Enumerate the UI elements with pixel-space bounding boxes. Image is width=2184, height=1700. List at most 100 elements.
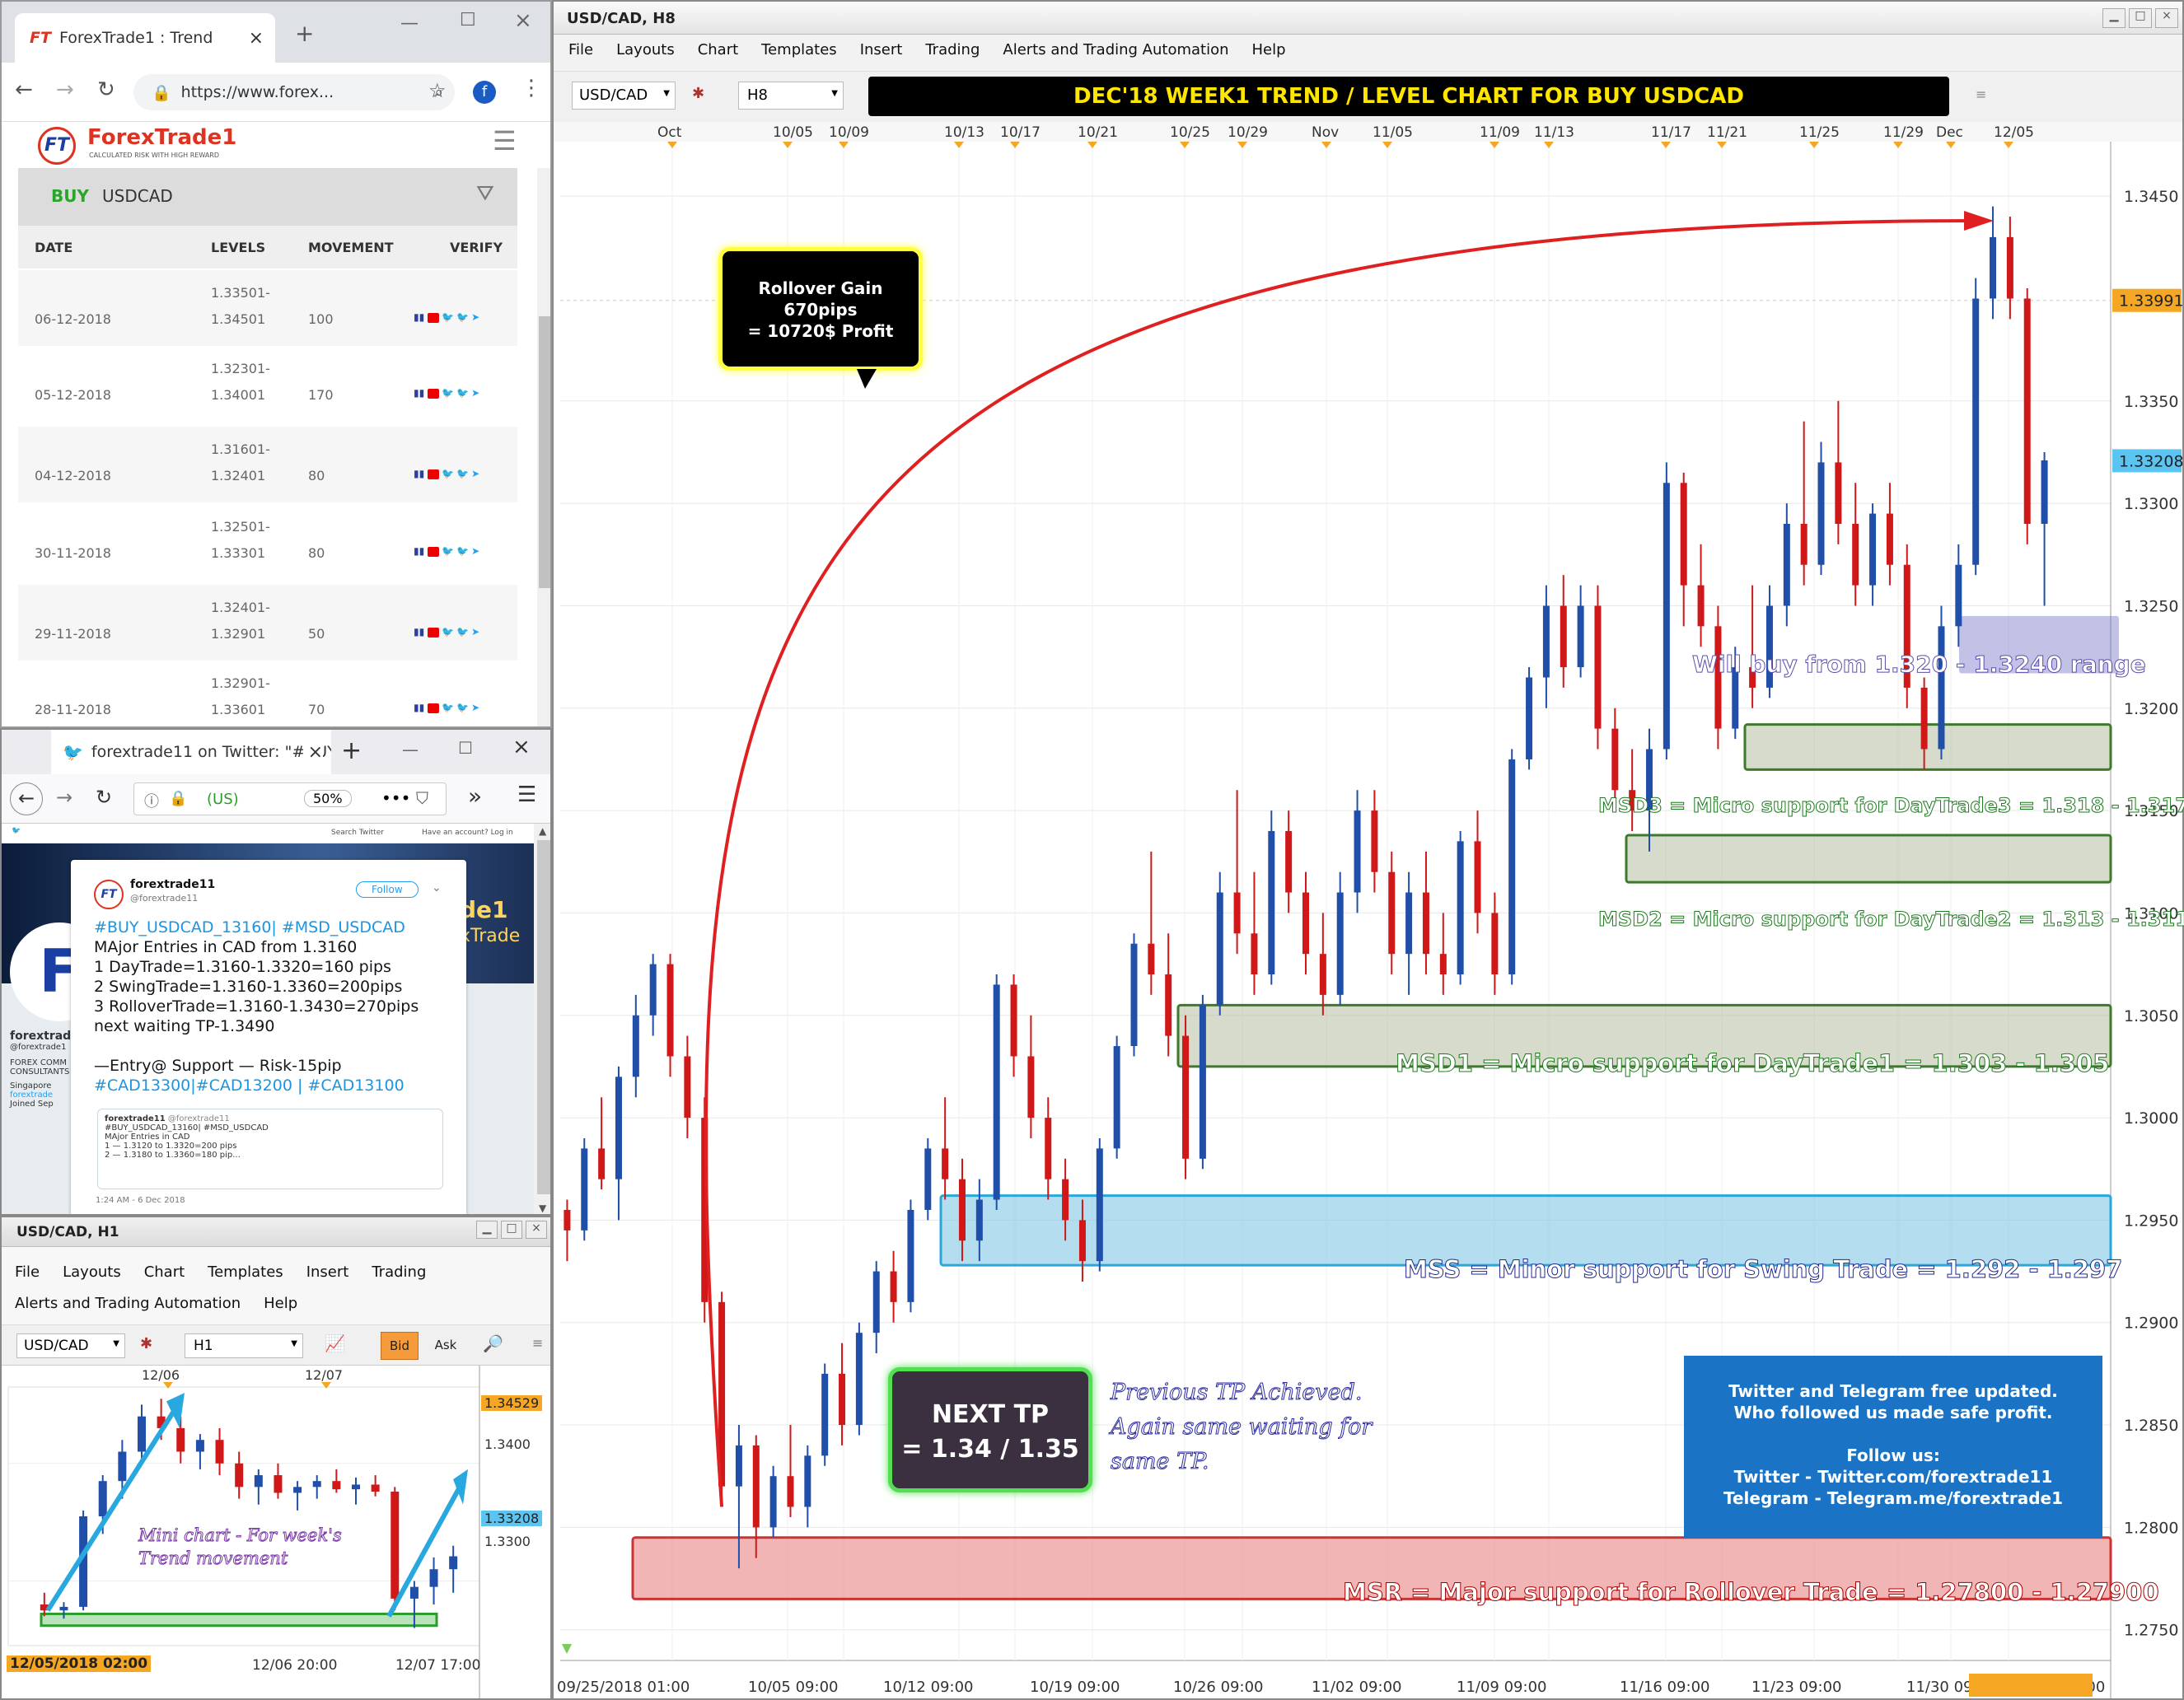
menu-item-templates[interactable]: Templates [196, 1263, 295, 1281]
menu-item-trading[interactable]: Trading [360, 1263, 437, 1281]
hamburger-icon[interactable]: ☰ [517, 782, 536, 807]
menu-item-insert[interactable]: Insert [849, 41, 914, 58]
mini-symbol-select[interactable]: USD/CAD ▼ [16, 1333, 125, 1358]
verify-icons[interactable]: ▮▮ 🐦 🐦 ➤ [414, 545, 479, 557]
menu-item-file[interactable]: File [3, 1263, 51, 1281]
twitter-icon[interactable]: 🐦 [442, 702, 454, 713]
new-tab-icon[interactable]: + [295, 20, 314, 47]
menu-item-insert[interactable]: Insert [295, 1263, 361, 1281]
twitter-icon[interactable]: 🐦 [456, 387, 469, 399]
maximize-icon[interactable]: □ [501, 1221, 522, 1239]
info-icon[interactable]: ⓘ [144, 790, 159, 811]
table-row[interactable]: 06-12-2018 1.33501- 1.34501 100 ▮▮ 🐦 🐦 ➤ [18, 270, 517, 346]
scroll-thumb[interactable] [537, 840, 550, 1194]
twitter-address-bar[interactable]: ⓘ 🔒 (US) 50% ••• ⛉ [133, 782, 447, 815]
telegram-icon[interactable]: ➤ [471, 387, 479, 399]
back-icon[interactable]: ← [10, 782, 43, 815]
twitter-icon[interactable]: 🐦 [442, 468, 454, 479]
maximize-icon[interactable]: ☐ [460, 10, 476, 30]
twitter-icon[interactable]: 🐦 [456, 311, 469, 323]
facebook-extension-icon[interactable]: f [473, 81, 496, 104]
twitter-icon[interactable]: 🐦 [442, 626, 454, 638]
chart-bars-icon[interactable]: ▮▮ [414, 545, 424, 557]
close-tab-icon[interactable]: × [249, 28, 264, 49]
main-timeframe-select[interactable]: H8 ▼ [738, 82, 844, 110]
scroll-down-icon[interactable]: ▼ [539, 1203, 546, 1214]
twitter-icon[interactable]: 🐦 [442, 387, 454, 399]
youtube-icon[interactable] [428, 703, 440, 713]
verify-icons[interactable]: ▮▮ 🐦 🐦 ➤ [414, 702, 479, 713]
mini-timeframe-select[interactable]: H1 ▼ [185, 1333, 303, 1358]
menu-item-layouts[interactable]: Layouts [605, 41, 686, 58]
chart-bars-icon[interactable]: ▮▮ [414, 702, 424, 713]
chart-bars-icon[interactable]: ▮▮ [414, 626, 424, 638]
crosshair-icon[interactable]: ✱ [692, 85, 704, 102]
chart-type-icon[interactable]: 📈 [325, 1333, 345, 1353]
tweet-avatar[interactable]: FT [94, 880, 124, 909]
table-row[interactable]: 05-12-2018 1.32301- 1.34001 170 ▮▮ 🐦 🐦 ➤ [18, 346, 517, 422]
minimize-icon[interactable]: — [400, 13, 419, 34]
table-row[interactable]: 29-11-2018 1.32401- 1.32901 50 ▮▮ 🐦 🐦 ➤ [18, 585, 517, 661]
close-tab-icon[interactable]: × [302, 741, 323, 763]
menu-item-alerts-and-trading-automation[interactable]: Alerts and Trading Automation [991, 41, 1240, 58]
table-row[interactable]: 28-11-2018 1.32901- 1.33601 70 ▮▮ 🐦 🐦 ➤ [18, 661, 517, 726]
verify-icons[interactable]: ▮▮ 🐦 🐦 ➤ [414, 387, 479, 399]
menu-item-layouts[interactable]: Layouts [51, 1263, 133, 1281]
twitter-search[interactable]: Search Twitter [331, 829, 384, 837]
verify-icons[interactable]: ▮▮ 🐦 🐦 ➤ [414, 626, 479, 638]
forward-icon[interactable]: → [56, 77, 74, 102]
mini-chart-area[interactable]: 12/06 12/07 1.34529 1.3400 1.33208 1.330… [2, 1366, 550, 1698]
scroll-thumb[interactable] [539, 316, 550, 588]
menu-item-chart[interactable]: Chart [133, 1263, 196, 1281]
bid-button[interactable]: Bid [381, 1332, 419, 1360]
page-scrollbar[interactable] [537, 168, 550, 726]
toolbar-settings-icon[interactable]: ≡ [1976, 86, 1986, 102]
reload-icon[interactable]: ↻ [97, 77, 115, 102]
twitter-scrollbar[interactable]: ▲ ▼ [534, 824, 550, 1214]
tweet-menu-icon[interactable]: ⌄ [432, 881, 442, 894]
youtube-icon[interactable] [428, 546, 440, 557]
page-actions-icon[interactable]: ••• [381, 788, 410, 808]
telegram-icon[interactable]: ➤ [471, 626, 479, 638]
filter-icon[interactable]: ⛛ [476, 181, 494, 207]
scroll-up-icon[interactable]: ▲ [539, 825, 546, 837]
close-icon[interactable]: × [526, 1221, 547, 1239]
close-icon[interactable]: × [2155, 8, 2178, 28]
social-twitter-link[interactable]: Twitter - Twitter.com/forextrade11 [1684, 1466, 2102, 1488]
telegram-icon[interactable]: ➤ [471, 702, 479, 713]
menu-item-help[interactable]: Help [252, 1295, 309, 1312]
menu-item-alerts-and-trading-automation[interactable]: Alerts and Trading Automation [3, 1295, 252, 1312]
pocket-icon[interactable]: ⛉ [416, 788, 428, 808]
overflow-icon[interactable]: » [468, 782, 482, 810]
hamburger-icon[interactable]: ☰ [493, 125, 517, 156]
telegram-icon[interactable]: ➤ [471, 468, 479, 479]
table-row[interactable]: 04-12-2018 1.31601- 1.32401 80 ▮▮ 🐦 🐦 ➤ [18, 427, 517, 502]
menu-item-file[interactable]: File [557, 41, 605, 58]
social-telegram-link[interactable]: Telegram - Telegram.me/forextrade1 [1684, 1488, 2102, 1509]
close-window-icon[interactable]: × [512, 735, 531, 759]
menu-item-help[interactable]: Help [1241, 41, 1298, 58]
main-symbol-select[interactable]: USD/CAD ▼ [572, 82, 676, 110]
crosshair-icon[interactable]: ✱ [140, 1335, 152, 1352]
maximize-icon[interactable]: □ [2129, 8, 2152, 28]
ask-button[interactable]: Ask [427, 1332, 465, 1360]
twitter-icon[interactable]: 🐦 [442, 545, 454, 557]
follow-button[interactable]: Follow [356, 881, 419, 898]
twitter-login[interactable]: Have an account? Log in [422, 829, 513, 837]
tweet-user[interactable]: forextrade11 [130, 878, 215, 891]
menu-item-templates[interactable]: Templates [750, 41, 849, 58]
youtube-icon[interactable] [428, 469, 440, 479]
table-row[interactable]: 30-11-2018 1.32501- 1.33301 80 ▮▮ 🐦 🐦 ➤ [18, 504, 517, 580]
twitter-logo-icon[interactable]: 🐦 [12, 827, 21, 835]
menu-item-chart[interactable]: Chart [686, 41, 750, 58]
new-tab-icon[interactable]: + [341, 736, 362, 765]
twitter-tab[interactable]: 🐦 forextrade11 on Twitter: "#BUY × [51, 730, 331, 774]
more-menu-icon[interactable]: ⋮ [521, 76, 542, 100]
menu-item-trading[interactable]: Trading [914, 41, 991, 58]
close-window-icon[interactable]: × [514, 8, 532, 33]
twitter-icon[interactable]: 🐦 [456, 545, 469, 557]
twitter-icon[interactable]: 🐦 [456, 702, 469, 713]
chart-bars-icon[interactable]: ▮▮ [414, 387, 424, 399]
twitter-icon[interactable]: 🐦 [456, 626, 469, 638]
browser-tab[interactable]: FT ForexTrade1 : Trend × [15, 13, 275, 63]
